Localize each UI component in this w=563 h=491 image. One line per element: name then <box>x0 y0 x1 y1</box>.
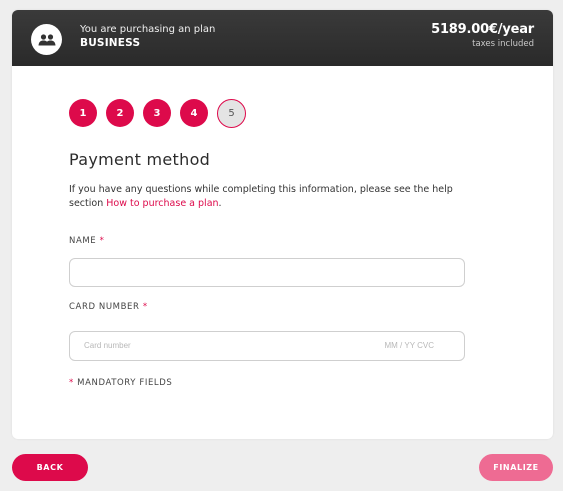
back-button[interactable]: BACK <box>12 454 88 481</box>
finalize-button[interactable]: FINALIZE <box>479 454 553 481</box>
name-label: NAME * <box>69 236 104 246</box>
step-4[interactable]: 4 <box>180 99 208 127</box>
card-expiry-cvc-placeholder: MM / YY CVC <box>384 341 435 350</box>
users-icon <box>31 24 62 55</box>
mandatory-marker: * <box>69 378 74 388</box>
plan-info: You are purchasing an plan BUSINESS <box>80 23 215 51</box>
name-label-text: NAME <box>69 236 97 246</box>
page-title: Payment method <box>69 150 211 169</box>
step-indicator: 1 2 3 4 5 <box>69 98 255 128</box>
card-number-label: CARD NUMBER * <box>69 302 148 312</box>
step-3[interactable]: 3 <box>143 99 171 127</box>
help-text: If you have any questions while completi… <box>69 183 489 211</box>
plan-header: You are purchasing an plan BUSINESS 5189… <box>12 10 553 66</box>
name-field[interactable] <box>69 258 465 287</box>
name-required-marker: * <box>99 236 105 246</box>
mandatory-note: * MANDATORY FIELDS <box>69 378 172 388</box>
plan-label: You are purchasing an plan <box>80 24 216 35</box>
help-text-suffix: . <box>218 198 222 209</box>
help-link[interactable]: How to purchase a plan <box>106 198 218 209</box>
mandatory-text: MANDATORY FIELDS <box>77 378 173 388</box>
taxes-note: taxes included <box>472 39 534 49</box>
step-5-current: 5 <box>217 98 246 128</box>
card-number-label-text: CARD NUMBER <box>69 302 140 312</box>
card-required-marker: * <box>142 302 148 312</box>
step-1[interactable]: 1 <box>69 99 97 127</box>
price-info: 5189.00€/year taxes included <box>431 21 534 50</box>
checkout-card: You are purchasing an plan BUSINESS 5189… <box>12 10 553 439</box>
plan-name: BUSINESS <box>80 37 141 49</box>
plan-price: 5189.00€/year <box>431 22 534 37</box>
card-number-placeholder: Card number <box>84 341 131 350</box>
card-number-field[interactable]: Card number MM / YY CVC <box>69 331 465 361</box>
step-2[interactable]: 2 <box>106 99 134 127</box>
